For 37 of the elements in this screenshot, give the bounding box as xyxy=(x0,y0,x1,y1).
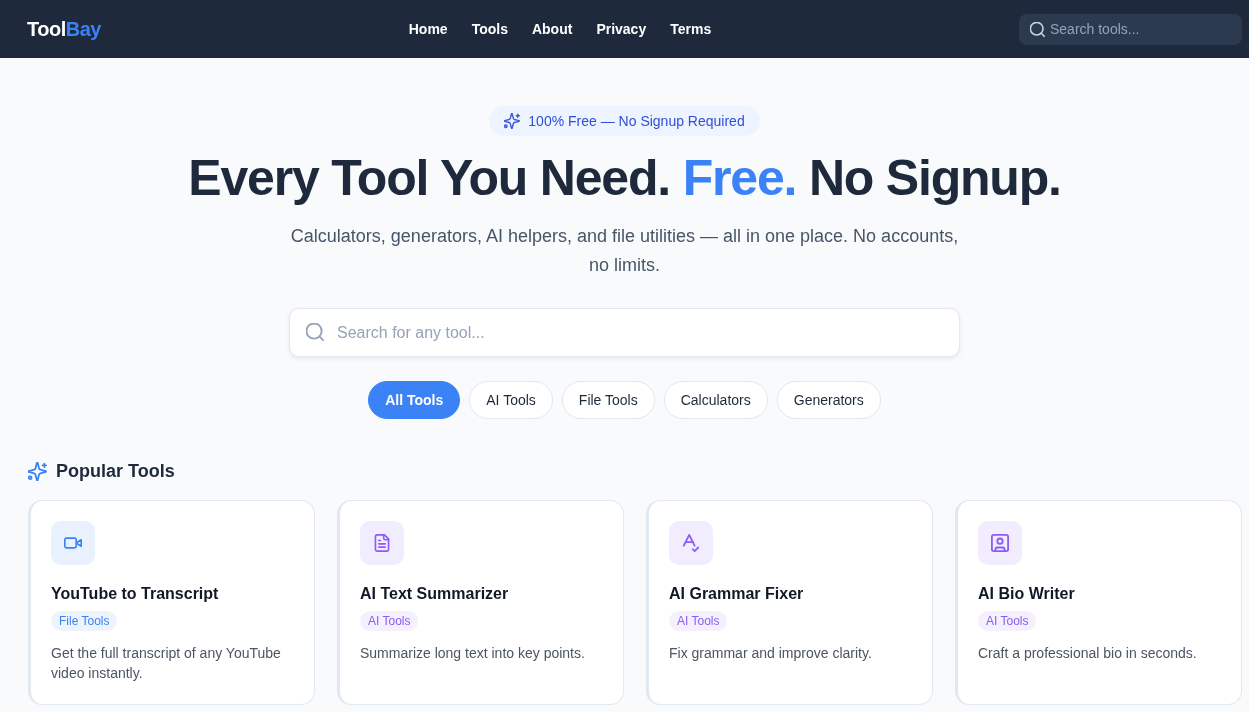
logo[interactable]: ToolBay xyxy=(27,17,101,41)
section-heading: Popular Tools xyxy=(56,461,175,482)
sparkles-icon xyxy=(28,462,47,481)
category-tag: AI Tools xyxy=(669,611,728,631)
tool-description: Get the full transcript of any YouTube video instantly. xyxy=(51,644,282,683)
tool-description: Fix grammar and improve clarity. xyxy=(669,644,872,663)
tool-card[interactable]: AI Text Summarizer AI Tools Summarize long text into key points. xyxy=(337,500,624,705)
category-tag: AI Tools xyxy=(978,611,1037,631)
tool-card[interactable]: AI Bio Writer AI Tools Craft a professional bio in seconds. xyxy=(955,500,1242,705)
filter-chip[interactable]: AI Tools xyxy=(469,381,553,419)
tool-description: Craft a professional bio in seconds. xyxy=(978,644,1197,663)
filter-chip[interactable]: Generators xyxy=(776,381,881,419)
tool-title: AI Bio Writer xyxy=(978,585,1075,603)
hero-title: Every Tool You Need. Free. No Signup. xyxy=(188,149,1061,208)
hero-subtitle: Calculators, generators, AI helpers, and file utilities — all in one place. No accounts, no limits. xyxy=(289,225,960,277)
nav-link[interactable]: Privacy xyxy=(596,21,647,37)
tool-title: AI Text Summarizer xyxy=(360,585,509,603)
nav-link[interactable]: Terms xyxy=(670,21,712,37)
filter-chip[interactable]: File Tools xyxy=(561,381,655,419)
sparkles-icon xyxy=(504,113,521,129)
category-tag: File Tools xyxy=(51,611,118,631)
tool-card[interactable]: AI Grammar Fixer AI Tools Fix grammar and improve clarity. xyxy=(646,500,933,705)
badge-text: 100% Free — No Signup Required xyxy=(528,113,745,129)
nav-link[interactable]: About xyxy=(531,21,573,37)
tool-description: Summarize long text into key points. xyxy=(360,644,585,663)
filter-chip[interactable]: Calculators xyxy=(663,381,768,419)
filter-chip[interactable]: All Tools xyxy=(368,381,461,419)
search-icon xyxy=(306,323,324,341)
nav-link[interactable]: Home xyxy=(408,21,448,37)
tool-card[interactable]: YouTube to Transcript File Tools Get the full transcript of any YouTube video instantly. xyxy=(28,500,315,705)
category-tag: AI Tools xyxy=(360,611,419,631)
search-icon xyxy=(1030,21,1045,37)
tool-search-field[interactable]: Search for any tool... xyxy=(289,308,960,357)
tool-title: AI Grammar Fixer xyxy=(669,585,804,603)
nav-link[interactable]: Tools xyxy=(471,21,508,37)
search-field[interactable]: Search tools... xyxy=(1019,13,1242,45)
tool-title: YouTube to Transcript xyxy=(51,585,219,603)
